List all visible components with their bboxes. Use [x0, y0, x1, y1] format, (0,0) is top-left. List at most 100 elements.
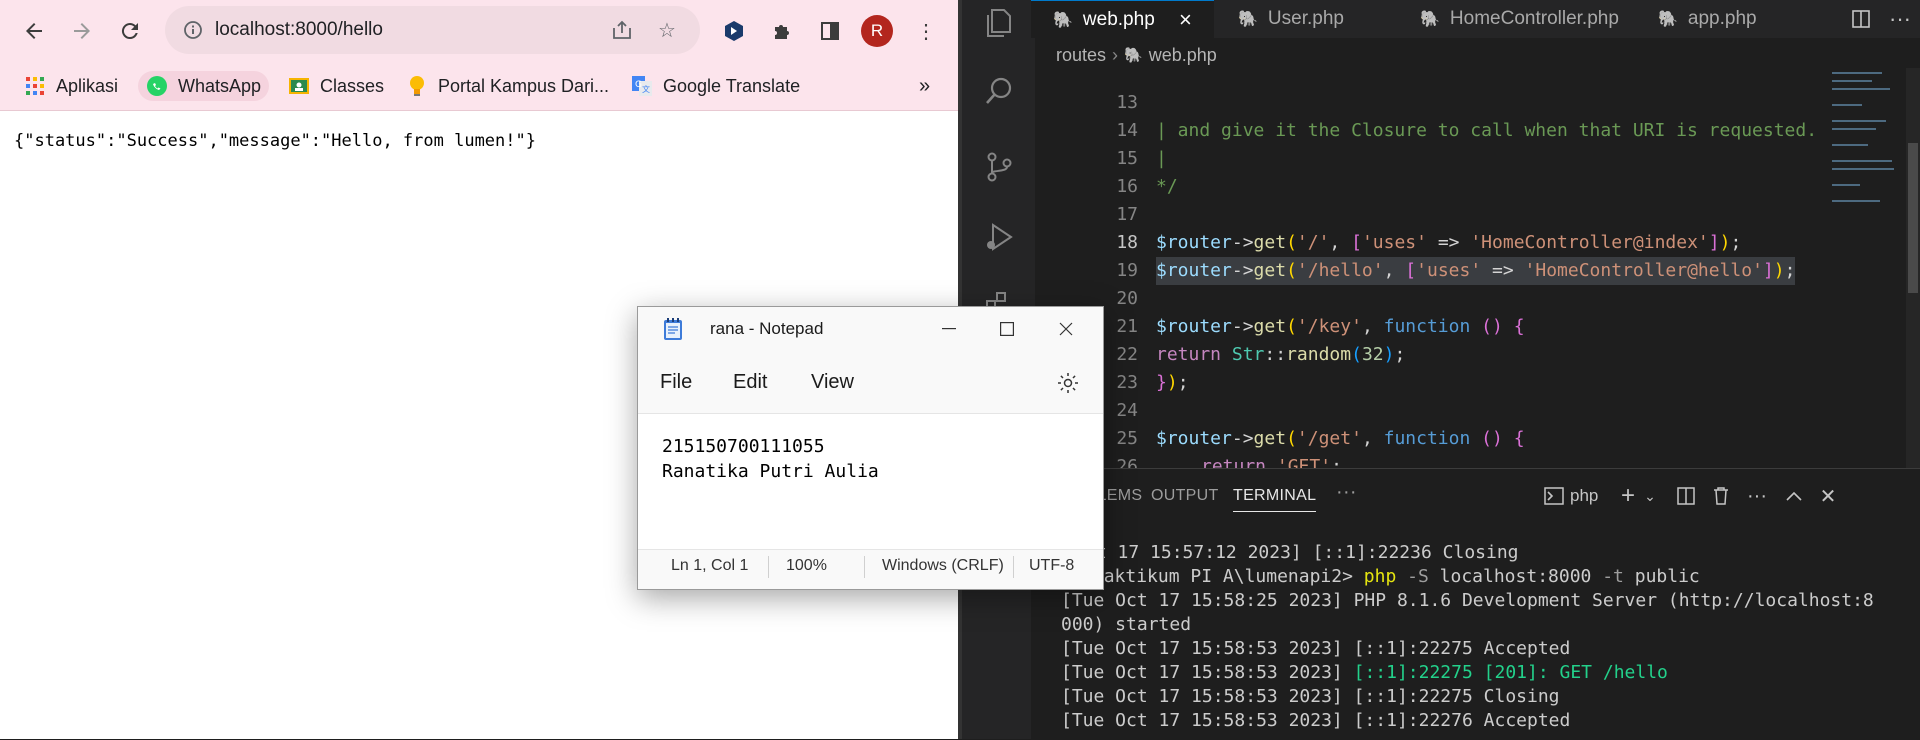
- text-line: 215150700111055: [662, 436, 825, 457]
- scrollbar-thumb[interactable]: [1908, 143, 1918, 293]
- menu-view[interactable]: View: [811, 371, 854, 394]
- minimap-line: [1832, 88, 1890, 90]
- code-text: $router->get('/key', function () {: [1156, 316, 1525, 337]
- reload-icon: [121, 23, 138, 40]
- code-text: return Str::random(32);: [1156, 344, 1406, 365]
- terminal-profile[interactable]: php: [1544, 483, 1604, 509]
- php-elephant-icon: 🐘: [1420, 11, 1440, 28]
- extension-icon[interactable]: [716, 13, 752, 49]
- breadcrumb-folder[interactable]: routes: [1056, 45, 1106, 66]
- notepad-title: rana - Notepad: [710, 319, 824, 338]
- site-info-icon[interactable]: [177, 14, 209, 46]
- bookmark-aplikasi[interactable]: Aplikasi: [24, 71, 118, 101]
- side-panel-icon[interactable]: [812, 13, 848, 49]
- code-line-current: 18 $router->get('/hello', ['uses' => 'Ho…: [1031, 201, 1801, 285]
- profile-avatar[interactable]: R: [861, 15, 893, 47]
- source-control-icon[interactable]: [980, 148, 1018, 186]
- code-line: 17 $router->get('/', ['uses' => 'HomeCon…: [1031, 173, 1741, 253]
- menu-edit[interactable]: Edit: [733, 371, 767, 394]
- breadcrumb-file[interactable]: web.php: [1149, 45, 1217, 66]
- bookmark-whatsapp[interactable]: WhatsApp: [138, 71, 270, 101]
- php-elephant-icon: 🐘: [1658, 11, 1678, 28]
- code-text: $router->get('/hello', ['uses' => 'HomeC…: [1156, 257, 1796, 285]
- close-icon: [1059, 322, 1073, 336]
- bulb-icon: [406, 75, 428, 97]
- minimap-line: [1832, 72, 1882, 74]
- split-editor-icon[interactable]: [1851, 0, 1881, 38]
- minimap-line: [1832, 184, 1860, 186]
- tab-user-php[interactable]: 🐘 User.php: [1216, 0, 1396, 38]
- close-button[interactable]: [1046, 313, 1086, 345]
- run-debug-icon[interactable]: [980, 218, 1018, 256]
- panel-more-icon[interactable]: ···: [1336, 481, 1357, 504]
- tab-app-php[interactable]: 🐘 app.php: [1636, 0, 1796, 38]
- bookmark-star-icon[interactable]: ☆: [651, 14, 683, 46]
- minimize-button[interactable]: [929, 313, 969, 345]
- status-divider: [864, 556, 865, 578]
- whatsapp-icon: [146, 75, 168, 97]
- tab-output[interactable]: OUTPUT: [1151, 487, 1219, 505]
- tab-web-php[interactable]: 🐘 web.php ×: [1031, 0, 1214, 38]
- code-text: $router->get('/get', function () {: [1156, 428, 1525, 449]
- explorer-icon[interactable]: [980, 4, 1018, 42]
- maximize-icon: [1000, 322, 1014, 336]
- minimap-line: [1832, 144, 1868, 146]
- trash-icon[interactable]: [1708, 483, 1734, 509]
- tab-label: app.php: [1687, 8, 1757, 29]
- share-icon[interactable]: [606, 14, 638, 46]
- minimize-icon: [942, 328, 956, 330]
- split-terminal-icon[interactable]: [1673, 483, 1699, 509]
- code-line: 15 */: [1031, 117, 1177, 197]
- address-bar[interactable]: localhost:8000/hello ☆: [165, 6, 700, 54]
- status-eol: Windows (CRLF): [882, 557, 1004, 574]
- code-editor[interactable]: 13 | and give it the Closure to call whe…: [1031, 68, 1920, 468]
- editor-scrollbar[interactable]: [1906, 68, 1920, 468]
- back-button[interactable]: [16, 13, 52, 49]
- search-icon[interactable]: [980, 72, 1018, 110]
- translate-icon: G文: [631, 75, 653, 97]
- svg-text:文: 文: [642, 84, 650, 94]
- panel-actions-icon[interactable]: ···: [1744, 483, 1770, 509]
- breadcrumb: routes › 🐘 web.php: [1056, 42, 1217, 68]
- bookmark-label: Google Translate: [663, 75, 801, 96]
- close-panel-icon[interactable]: ✕: [1815, 483, 1841, 509]
- status-zoom: 100%: [786, 557, 827, 574]
- minimap-line: [1832, 104, 1862, 106]
- settings-gear-icon[interactable]: [1056, 371, 1080, 400]
- bookmark-portal-kampus[interactable]: Portal Kampus Dari...: [406, 71, 609, 101]
- chevron-down-icon[interactable]: ⌄: [1637, 483, 1663, 509]
- url-text[interactable]: localhost:8000/hello: [215, 19, 383, 41]
- notepad-text-area[interactable]: 215150700111055 Ranatika Putri Aulia: [638, 413, 1103, 550]
- code-line: 16: [1031, 145, 1138, 197]
- maximize-panel-icon[interactable]: [1781, 483, 1807, 509]
- bookmark-label: Classes: [320, 75, 385, 96]
- forward-button[interactable]: [64, 13, 100, 49]
- extensions-puzzle-icon[interactable]: [764, 13, 800, 49]
- status-encoding: UTF-8: [1029, 557, 1075, 574]
- more-bookmarks-button[interactable]: »: [919, 71, 930, 101]
- chevron-right-icon: ›: [1112, 44, 1119, 65]
- terminal-line: [Tue Oct 17 15:58:53 2023] [::1]:22276 A…: [1061, 710, 1571, 731]
- php-elephant-icon: 🐘: [1124, 47, 1143, 64]
- more-actions-icon[interactable]: ···: [1889, 0, 1919, 38]
- bookmark-google-translate[interactable]: G文 Google Translate: [631, 71, 800, 101]
- tab-terminal[interactable]: TERMINAL: [1233, 487, 1317, 512]
- notepad-title-bar[interactable]: rana - Notepad: [638, 307, 1103, 351]
- tab-homecontroller-php[interactable]: 🐘 HomeController.php: [1398, 0, 1634, 38]
- code-line: 20 $router->get('/key', function () {: [1031, 257, 1524, 337]
- menu-file[interactable]: File: [660, 371, 692, 394]
- code-comment: */: [1156, 176, 1178, 197]
- bookmark-classes[interactable]: Classes: [288, 71, 384, 101]
- bottom-panel: PROBLEMS OUTPUT TERMINAL ··· php + ⌄ ···…: [1017, 468, 1920, 740]
- maximize-button[interactable]: [987, 313, 1027, 345]
- close-tab-icon[interactable]: ×: [1179, 7, 1192, 33]
- reload-button[interactable]: [112, 13, 148, 49]
- code-line: 14 |: [1031, 89, 1167, 169]
- status-position: Ln 1, Col 1: [671, 557, 749, 574]
- minimap[interactable]: [1828, 68, 1900, 228]
- minimap-line: [1832, 200, 1880, 202]
- terminal-line: 000) started: [1061, 614, 1192, 635]
- status-divider: [1013, 556, 1014, 578]
- kebab-menu-icon[interactable]: ⋮: [908, 13, 944, 49]
- bookmark-label: Portal Kampus Dari...: [438, 75, 610, 96]
